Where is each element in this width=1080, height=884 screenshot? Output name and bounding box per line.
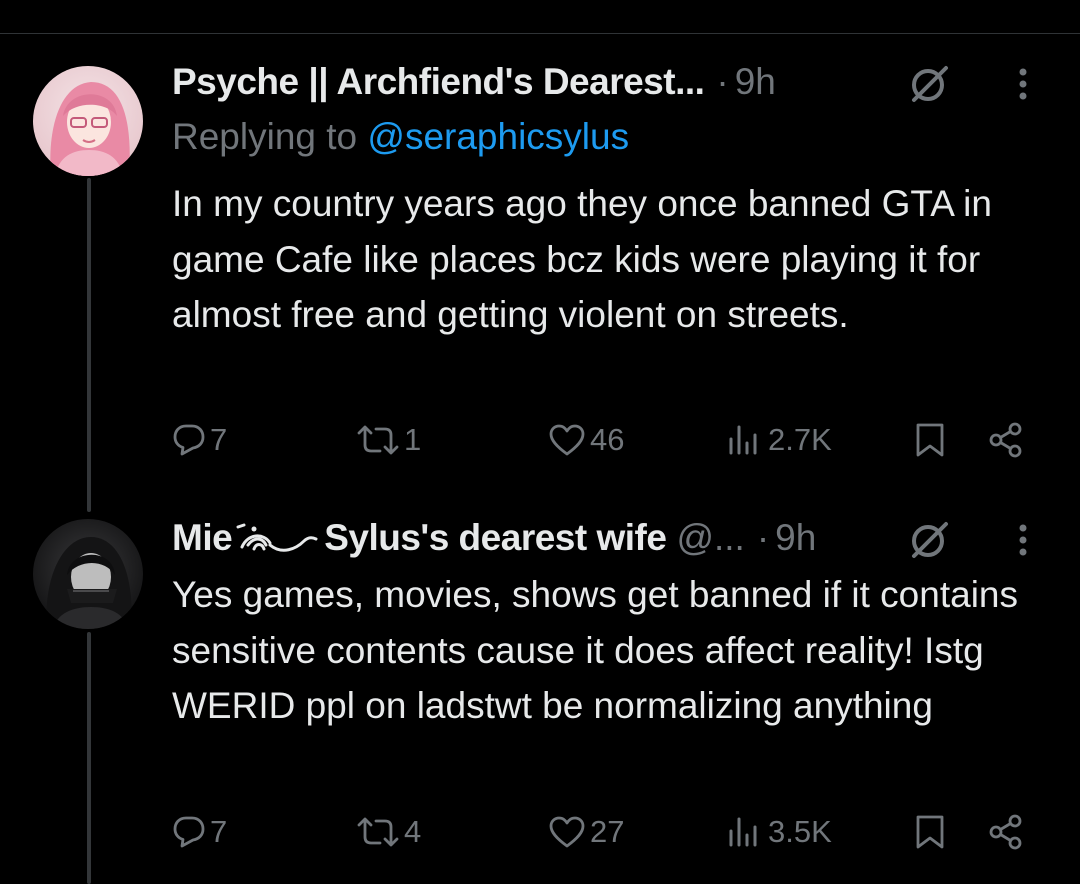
action-bar: 7 1 46 2.7K bbox=[172, 415, 1052, 465]
share-button[interactable] bbox=[987, 415, 1025, 465]
mention-link[interactable]: @seraphicsylus bbox=[367, 116, 629, 157]
share-button[interactable] bbox=[987, 807, 1025, 857]
like-count: 46 bbox=[590, 422, 625, 457]
bookmark-button[interactable] bbox=[914, 415, 946, 465]
heart-icon bbox=[549, 424, 585, 456]
repost-icon bbox=[357, 425, 399, 455]
replying-to: Replying to @seraphicsylus bbox=[172, 116, 629, 158]
reply-count: 7 bbox=[210, 422, 228, 457]
reply-count: 7 bbox=[210, 814, 228, 849]
reply-icon bbox=[173, 424, 205, 456]
analytics-icon bbox=[729, 425, 757, 455]
repost-count: 4 bbox=[404, 814, 422, 849]
bookmark-icon bbox=[916, 423, 944, 457]
views-button[interactable]: 2.7K bbox=[726, 415, 832, 465]
replying-prefix: Replying to bbox=[172, 116, 368, 157]
views-count: 3.5K bbox=[768, 814, 832, 849]
analytics-icon bbox=[729, 817, 757, 847]
separator-dot: · bbox=[756, 517, 770, 558]
avatar[interactable] bbox=[33, 519, 143, 629]
reply-button[interactable]: 7 bbox=[172, 807, 227, 857]
action-bar: 7 4 27 3.5K bbox=[172, 807, 1052, 857]
top-divider bbox=[0, 33, 1080, 34]
reply-button[interactable]: 7 bbox=[172, 415, 227, 465]
wave-emoji-icon bbox=[236, 523, 318, 552]
reply-icon bbox=[173, 816, 205, 848]
share-icon bbox=[989, 814, 1022, 850]
display-name-prefix[interactable]: Mie bbox=[172, 517, 233, 559]
timestamp[interactable]: 9h bbox=[735, 61, 776, 103]
tweet-header: Psyche || Archfiend's Dearest... · 9h bbox=[172, 60, 1052, 104]
display-name[interactable]: Sylus's dearest wife bbox=[324, 517, 667, 559]
tweet-text: Yes games, movies, shows get banned if i… bbox=[172, 574, 1018, 726]
views-button[interactable]: 3.5K bbox=[726, 807, 832, 857]
repost-button[interactable]: 1 bbox=[356, 415, 421, 465]
heart-icon bbox=[549, 816, 585, 848]
like-button[interactable]: 27 bbox=[548, 807, 624, 857]
share-icon bbox=[989, 422, 1022, 458]
like-count: 27 bbox=[590, 814, 625, 849]
handle[interactable]: @... bbox=[676, 517, 744, 559]
repost-button[interactable]: 4 bbox=[356, 807, 421, 857]
more-icon[interactable] bbox=[1008, 64, 1038, 104]
bookmark-button[interactable] bbox=[914, 807, 946, 857]
slashed-circle-icon[interactable] bbox=[906, 62, 954, 106]
thread-connector bbox=[87, 632, 91, 884]
separator-dot: · bbox=[716, 61, 729, 102]
display-name[interactable]: Psyche || Archfiend's Dearest... bbox=[172, 61, 705, 103]
repost-count: 1 bbox=[404, 422, 422, 457]
tweet-header: Mie Sylus's dearest wife @... · 9h bbox=[172, 516, 1052, 560]
tweet-text: In my country years ago they once banned… bbox=[172, 183, 992, 335]
thread-connector bbox=[87, 178, 91, 512]
repost-icon bbox=[357, 817, 399, 847]
slashed-circle-icon[interactable] bbox=[906, 518, 954, 562]
bookmark-icon bbox=[916, 815, 944, 849]
views-count: 2.7K bbox=[768, 422, 832, 457]
more-icon[interactable] bbox=[1008, 520, 1038, 560]
timestamp[interactable]: 9h bbox=[775, 517, 816, 559]
like-button[interactable]: 46 bbox=[548, 415, 624, 465]
avatar[interactable] bbox=[33, 66, 143, 176]
